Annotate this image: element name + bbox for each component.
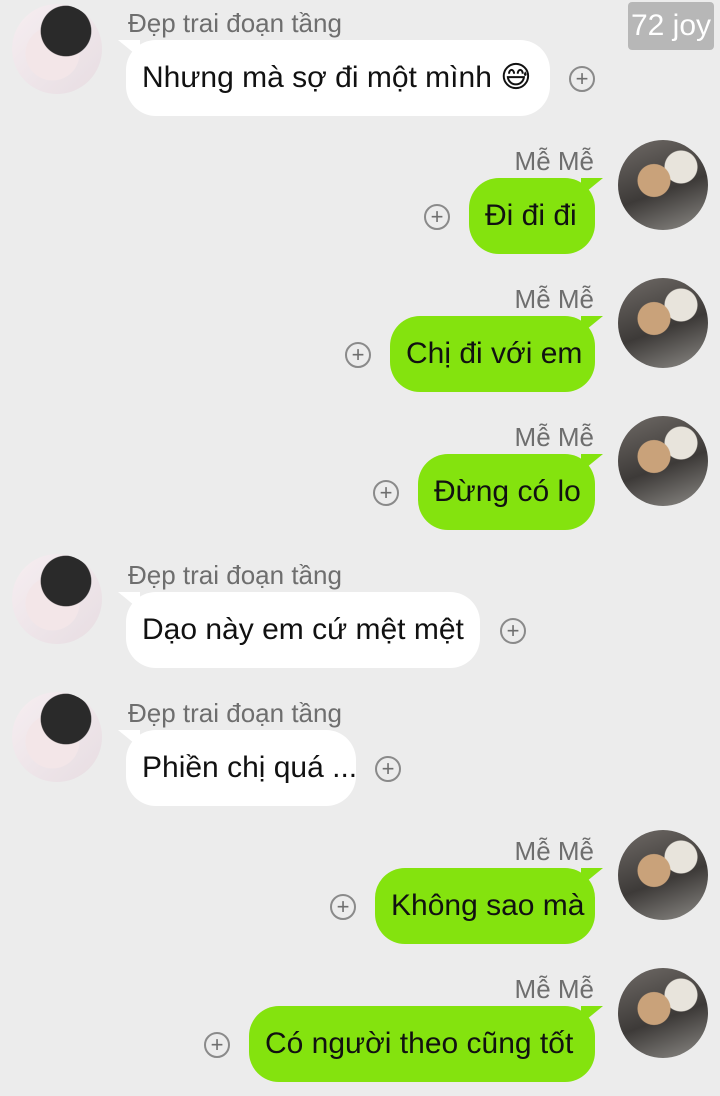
message-bubble[interactable]: Đi đi đi	[469, 178, 603, 254]
add-reaction-icon[interactable]: +	[204, 1032, 230, 1058]
sender-name: Mễ Mễ	[514, 836, 594, 866]
message-bubble[interactable]: Nhưng mà sợ đi một mình 😅	[118, 40, 550, 116]
avatar[interactable]	[618, 968, 708, 1058]
sender-name: Mễ Mễ	[514, 284, 594, 314]
sender-name: Đẹp trai đoạn tầng	[128, 698, 342, 728]
avatar[interactable]	[12, 554, 102, 644]
avatar[interactable]	[618, 278, 708, 368]
message-bubble[interactable]: Không sao mà	[375, 868, 603, 944]
message-bubble[interactable]: Dạo này em cứ mệt mệt	[118, 592, 480, 668]
add-reaction-icon[interactable]: +	[330, 894, 356, 920]
avatar[interactable]	[618, 140, 708, 230]
sender-name: Mễ Mễ	[514, 422, 594, 452]
message-bubble[interactable]: Chị đi với em	[390, 316, 603, 392]
avatar[interactable]	[618, 830, 708, 920]
sender-name: Mễ Mễ	[514, 974, 594, 1004]
sender-name: Đẹp trai đoạn tầng	[128, 8, 342, 38]
sender-name: Mễ Mễ	[514, 146, 594, 176]
add-reaction-icon[interactable]: +	[375, 756, 401, 782]
add-reaction-icon[interactable]: +	[373, 480, 399, 506]
message-bubble[interactable]: Đừng có lo	[418, 454, 603, 530]
message-bubble[interactable]: Phiền chị quá ...	[118, 730, 357, 806]
sender-name: Đẹp trai đoạn tầng	[128, 560, 342, 590]
avatar[interactable]	[12, 4, 102, 94]
watermark-badge: 72 joy	[628, 2, 714, 50]
avatar[interactable]	[12, 692, 102, 782]
avatar[interactable]	[618, 416, 708, 506]
message-bubble[interactable]: Có người theo cũng tốt	[249, 1006, 603, 1082]
add-reaction-icon[interactable]: +	[424, 204, 450, 230]
add-reaction-icon[interactable]: +	[500, 618, 526, 644]
add-reaction-icon[interactable]: +	[569, 66, 595, 92]
add-reaction-icon[interactable]: +	[345, 342, 371, 368]
